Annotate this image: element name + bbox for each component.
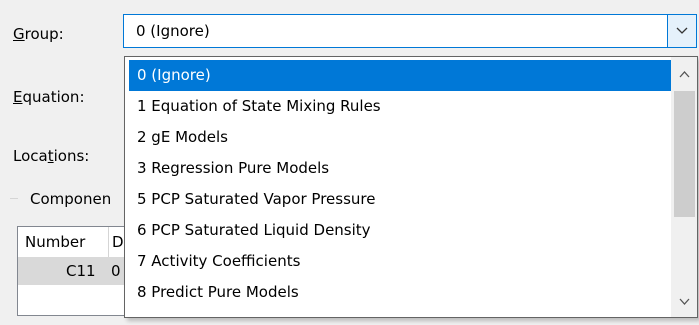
- list-item[interactable]: 6 PCP Saturated Liquid Density: [129, 215, 672, 246]
- group-label: Group:: [13, 25, 64, 43]
- components-groupbox-border: [10, 198, 18, 199]
- column-header-d[interactable]: D: [112, 232, 124, 252]
- table-header: Number D: [18, 227, 136, 258]
- locations-label: Locations:: [13, 147, 90, 165]
- components-groupbox-title: Componen: [30, 189, 114, 209]
- list-item[interactable]: 8 Predict Pure Models: [129, 277, 672, 308]
- list-item[interactable]: 3 Regression Pure Models: [129, 153, 672, 184]
- list-item[interactable]: 0 (Ignore): [129, 60, 672, 91]
- scroll-up-button[interactable]: [672, 57, 697, 91]
- table-cell-d: 0: [111, 262, 121, 280]
- combobox-dropdown-button[interactable]: [667, 15, 696, 47]
- scrollbar-thumb[interactable]: [674, 91, 695, 217]
- components-table[interactable]: Number D C11 0: [17, 226, 137, 316]
- list-item[interactable]: 2 gE Models: [129, 122, 672, 153]
- list-item[interactable]: 5 PCP Saturated Vapor Pressure: [129, 184, 672, 215]
- list-item[interactable]: 7 Activity Coefficients: [129, 246, 672, 277]
- column-divider[interactable]: [108, 227, 109, 257]
- list-item[interactable]: 1 Equation of State Mixing Rules: [129, 91, 672, 122]
- equation-label: Equation:: [13, 88, 85, 106]
- vertical-scrollbar[interactable]: [671, 57, 697, 317]
- group-combobox-value: 0 (Ignore): [136, 22, 210, 40]
- table-cell-number: C11: [66, 262, 96, 280]
- table-row[interactable]: C11 0: [18, 257, 136, 285]
- scroll-down-button[interactable]: [672, 287, 697, 317]
- column-header-number[interactable]: Number: [25, 232, 85, 252]
- group-combobox[interactable]: 0 (Ignore): [123, 14, 697, 48]
- group-dropdown-list[interactable]: 0 (Ignore) 1 Equation of State Mixing Ru…: [124, 56, 698, 318]
